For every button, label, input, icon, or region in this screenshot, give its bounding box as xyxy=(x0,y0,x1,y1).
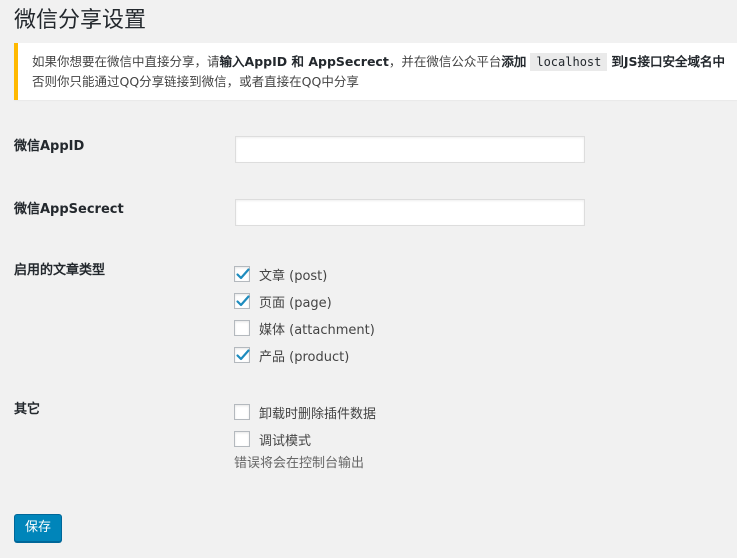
post-type-option-label: 媒体 (attachment) xyxy=(259,322,375,338)
notice-text-2: ，并在微信公众平台 xyxy=(388,54,502,69)
appid-label: 微信AppID xyxy=(14,139,85,154)
notice-banner: 如果你想要在微信中直接分享，请输入AppID 和 AppSecrect，并在微信… xyxy=(14,43,737,100)
checkbox[interactable] xyxy=(234,404,250,420)
post-types-label: 启用的文章类型 xyxy=(14,263,106,278)
notice-code: localhost xyxy=(530,53,608,71)
notice-line-1: 如果你想要在微信中直接分享，请输入AppID 和 AppSecrect，并在微信… xyxy=(32,52,737,72)
post-type-option-label: 文章 (post) xyxy=(259,268,328,284)
other-label: 其它 xyxy=(14,402,41,417)
post-type-option[interactable]: 页面 (page) xyxy=(234,292,332,311)
notice-text-1: 如果你想要在微信中直接分享，请 xyxy=(32,54,220,69)
checkmark-icon xyxy=(236,268,250,280)
notice-strong-1: 输入AppID 和 AppSecrect xyxy=(219,54,389,69)
appsecret-label: 微信AppSecrect xyxy=(14,202,124,217)
appsecret-input[interactable] xyxy=(235,199,585,226)
post-type-option[interactable]: 媒体 (attachment) xyxy=(234,319,375,338)
notice-strong-2: 添加 xyxy=(501,54,527,69)
debug-mode-option[interactable]: 调试模式 xyxy=(234,430,312,449)
debug-hint: 错误将会在控制台输出 xyxy=(234,456,365,471)
appid-input[interactable] xyxy=(235,136,585,163)
page-title: 微信分享设置 xyxy=(14,8,147,33)
checkbox[interactable] xyxy=(234,320,250,336)
checkbox[interactable] xyxy=(234,293,250,309)
post-type-option-label: 页面 (page) xyxy=(259,295,332,311)
checkmark-icon xyxy=(236,295,250,307)
post-type-option[interactable]: 文章 (post) xyxy=(234,265,328,284)
checkbox[interactable] xyxy=(234,266,250,282)
notice-strong-3: 到JS接口安全域名中 xyxy=(611,54,726,69)
post-type-option-label: 产品 (product) xyxy=(259,349,350,365)
checkbox[interactable] xyxy=(234,347,250,363)
uninstall-delete-option[interactable]: 卸载时删除插件数据 xyxy=(234,403,377,422)
checkmark-icon xyxy=(236,349,250,361)
checkbox[interactable] xyxy=(234,431,250,447)
debug-mode-label: 调试模式 xyxy=(259,433,312,449)
save-button[interactable]: 保存 xyxy=(14,514,62,542)
post-type-option[interactable]: 产品 (product) xyxy=(234,346,350,365)
notice-line-2: 否则你只能通过QQ分享链接到微信，或者直接在QQ中分享 xyxy=(32,74,359,89)
uninstall-delete-label: 卸载时删除插件数据 xyxy=(259,406,377,422)
